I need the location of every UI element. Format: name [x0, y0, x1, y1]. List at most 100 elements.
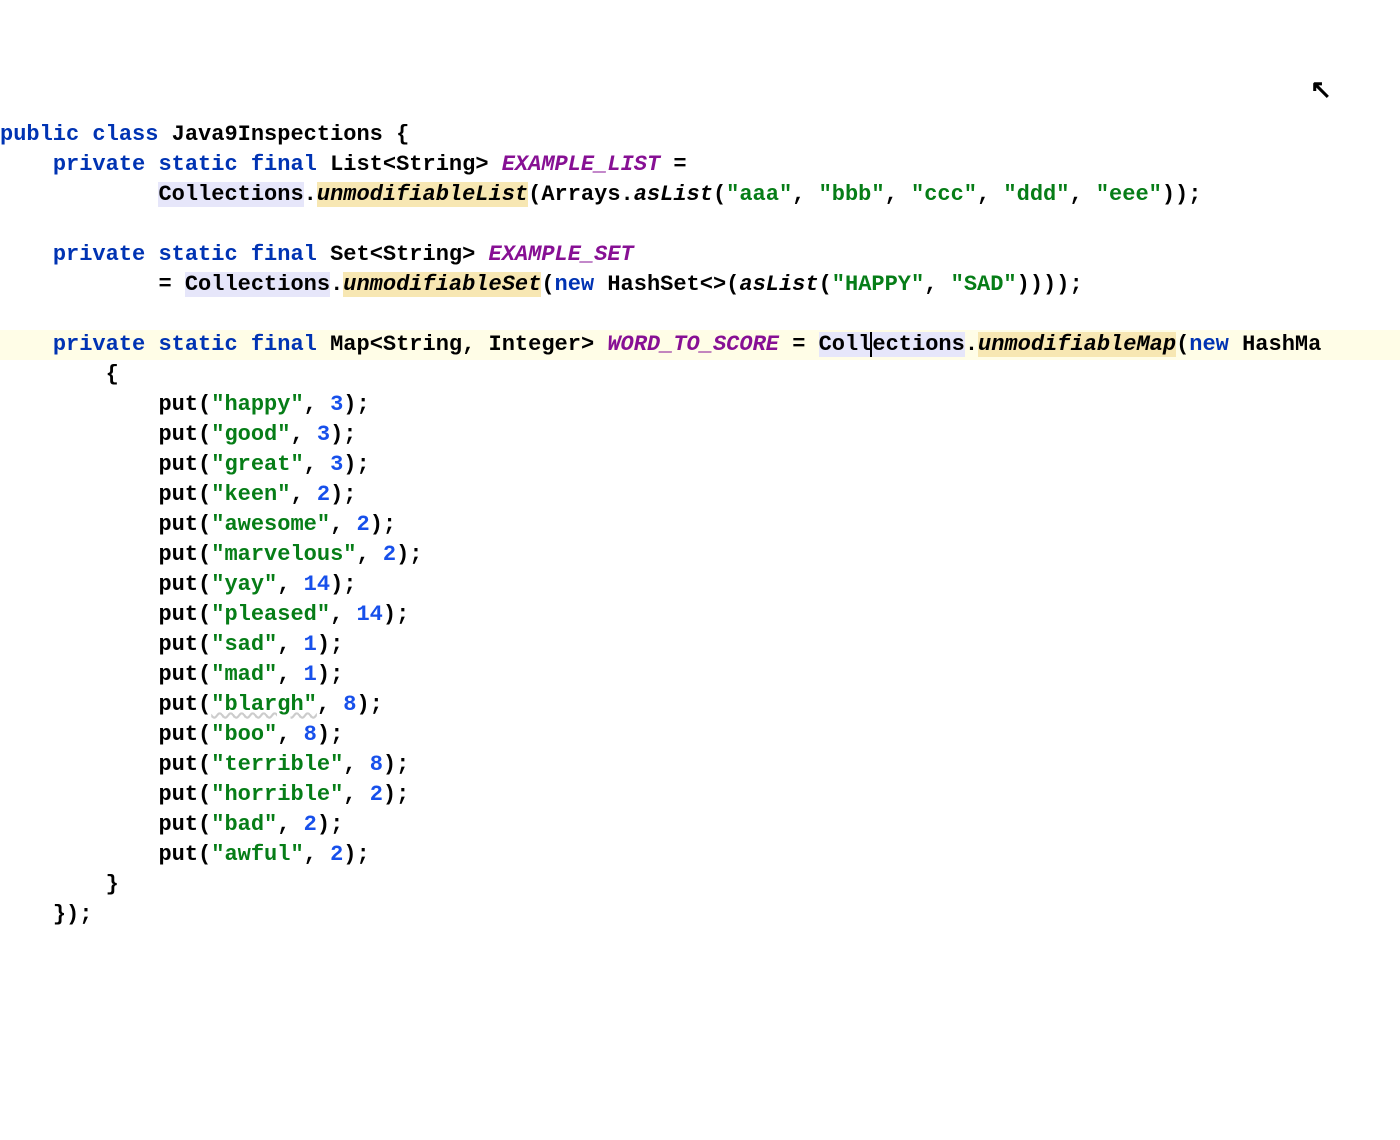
method-put: put: [158, 842, 198, 867]
keyword-final: final: [251, 242, 317, 267]
const-example-list: EXAMPLE_LIST: [502, 152, 660, 177]
line-6: = Collections.unmodifiableSet(new HashSe…: [0, 272, 1083, 297]
dot: .: [330, 272, 343, 297]
keyword-new: new: [555, 272, 595, 297]
keyword-final: final: [251, 332, 317, 357]
keyword-final: final: [251, 152, 317, 177]
type-string: String: [383, 242, 462, 267]
method-put: put: [158, 602, 198, 627]
line-9: {: [0, 362, 119, 387]
lt: <: [370, 332, 383, 357]
dot: .: [621, 182, 634, 207]
dot: .: [304, 182, 317, 207]
ref-collections-post: ections: [872, 332, 964, 357]
line-3: Collections.unmodifiableList(Arrays.asLi…: [0, 182, 1201, 207]
ref-arrays: Arrays: [541, 182, 620, 207]
method-put: put: [158, 512, 198, 537]
method-put: put: [158, 632, 198, 657]
map-val-1: 3: [317, 422, 330, 447]
method-put: put: [158, 782, 198, 807]
map-key-11: "boo": [211, 722, 277, 747]
map-key-13: "horrible": [211, 782, 343, 807]
map-val-12: 8: [370, 752, 383, 777]
map-val-3: 2: [317, 482, 330, 507]
keyword-new: new: [1189, 332, 1229, 357]
method-put: put: [158, 812, 198, 837]
map-key-12: "terrible": [211, 752, 343, 777]
map-key-15: "awful": [211, 842, 303, 867]
diamond: <>: [700, 272, 726, 297]
method-aslist: asList: [634, 182, 713, 207]
type-integer: Integer: [489, 332, 581, 357]
method-put: put: [158, 722, 198, 747]
line-2: private static final List<String> EXAMPL…: [0, 152, 687, 177]
method-put: put: [158, 392, 198, 417]
gt: >: [475, 152, 488, 177]
brace-open: {: [396, 122, 409, 147]
dot: .: [965, 332, 978, 357]
type-string: String: [383, 332, 462, 357]
map-val-14: 2: [304, 812, 317, 837]
gt: >: [581, 332, 594, 357]
map-val-4: 2: [356, 512, 369, 537]
str-sad: "SAD": [951, 272, 1017, 297]
method-put: put: [158, 692, 198, 717]
type-hashset: HashSet: [607, 272, 699, 297]
line-1: public class Java9Inspections {: [0, 122, 409, 147]
map-key-5: "marvelous": [211, 542, 356, 567]
line-8-current: private static final Map<String, Integer…: [0, 330, 1400, 360]
lparen: (: [1176, 332, 1189, 357]
line-5: private static final Set<String> EXAMPLE…: [0, 242, 634, 267]
method-aslist: asList: [739, 272, 818, 297]
str-ddd: "ddd": [1003, 182, 1069, 207]
lparen: (: [541, 272, 554, 297]
lparen: (: [726, 272, 739, 297]
lparen: (: [528, 182, 541, 207]
code-editor[interactable]: public class Java9Inspections { private …: [0, 120, 1400, 930]
method-put: put: [158, 542, 198, 567]
keyword-static: static: [158, 242, 237, 267]
type-string: String: [396, 152, 475, 177]
lparen: (: [819, 272, 832, 297]
method-put: put: [158, 482, 198, 507]
gt: >: [462, 242, 475, 267]
keyword-class: class: [92, 122, 158, 147]
ref-collections: Collections: [158, 182, 303, 207]
line-close-brace: }: [0, 872, 119, 897]
type-map: Map: [330, 332, 370, 357]
class-name: Java9Inspections: [172, 122, 383, 147]
method-put: put: [158, 752, 198, 777]
map-val-15: 2: [330, 842, 343, 867]
str-bbb: "bbb": [819, 182, 885, 207]
map-key-2: "great": [211, 452, 303, 477]
map-key-6: "yay": [211, 572, 277, 597]
map-val-13: 2: [370, 782, 383, 807]
str-ccc: "ccc": [911, 182, 977, 207]
type-hashmap-cut: HashMa: [1242, 332, 1321, 357]
map-val-8: 1: [304, 632, 317, 657]
lt: <: [370, 242, 383, 267]
map-val-11: 8: [304, 722, 317, 747]
map-val-6: 14: [304, 572, 330, 597]
eq: =: [673, 152, 686, 177]
map-val-2: 3: [330, 452, 343, 477]
keyword-private: private: [53, 242, 145, 267]
map-key-7: "pleased": [211, 602, 330, 627]
map-val-7: 14: [356, 602, 382, 627]
keyword-private: private: [53, 152, 145, 177]
map-key-0: "happy": [211, 392, 303, 417]
type-set: Set: [330, 242, 370, 267]
map-key-10: "blargh": [211, 692, 317, 717]
method-unmodifiablemap: unmodifiableMap: [978, 332, 1176, 357]
map-val-9: 1: [304, 662, 317, 687]
keyword-static: static: [158, 152, 237, 177]
str-eee: "eee": [1096, 182, 1162, 207]
lparen: (: [713, 182, 726, 207]
method-put: put: [158, 572, 198, 597]
brace-open: {: [106, 362, 119, 387]
eq: =: [158, 272, 171, 297]
keyword-public: public: [0, 122, 79, 147]
closer: });: [53, 902, 93, 927]
eq: =: [792, 332, 805, 357]
map-entries: put("happy", 3); put("good", 3); put("gr…: [0, 392, 423, 867]
